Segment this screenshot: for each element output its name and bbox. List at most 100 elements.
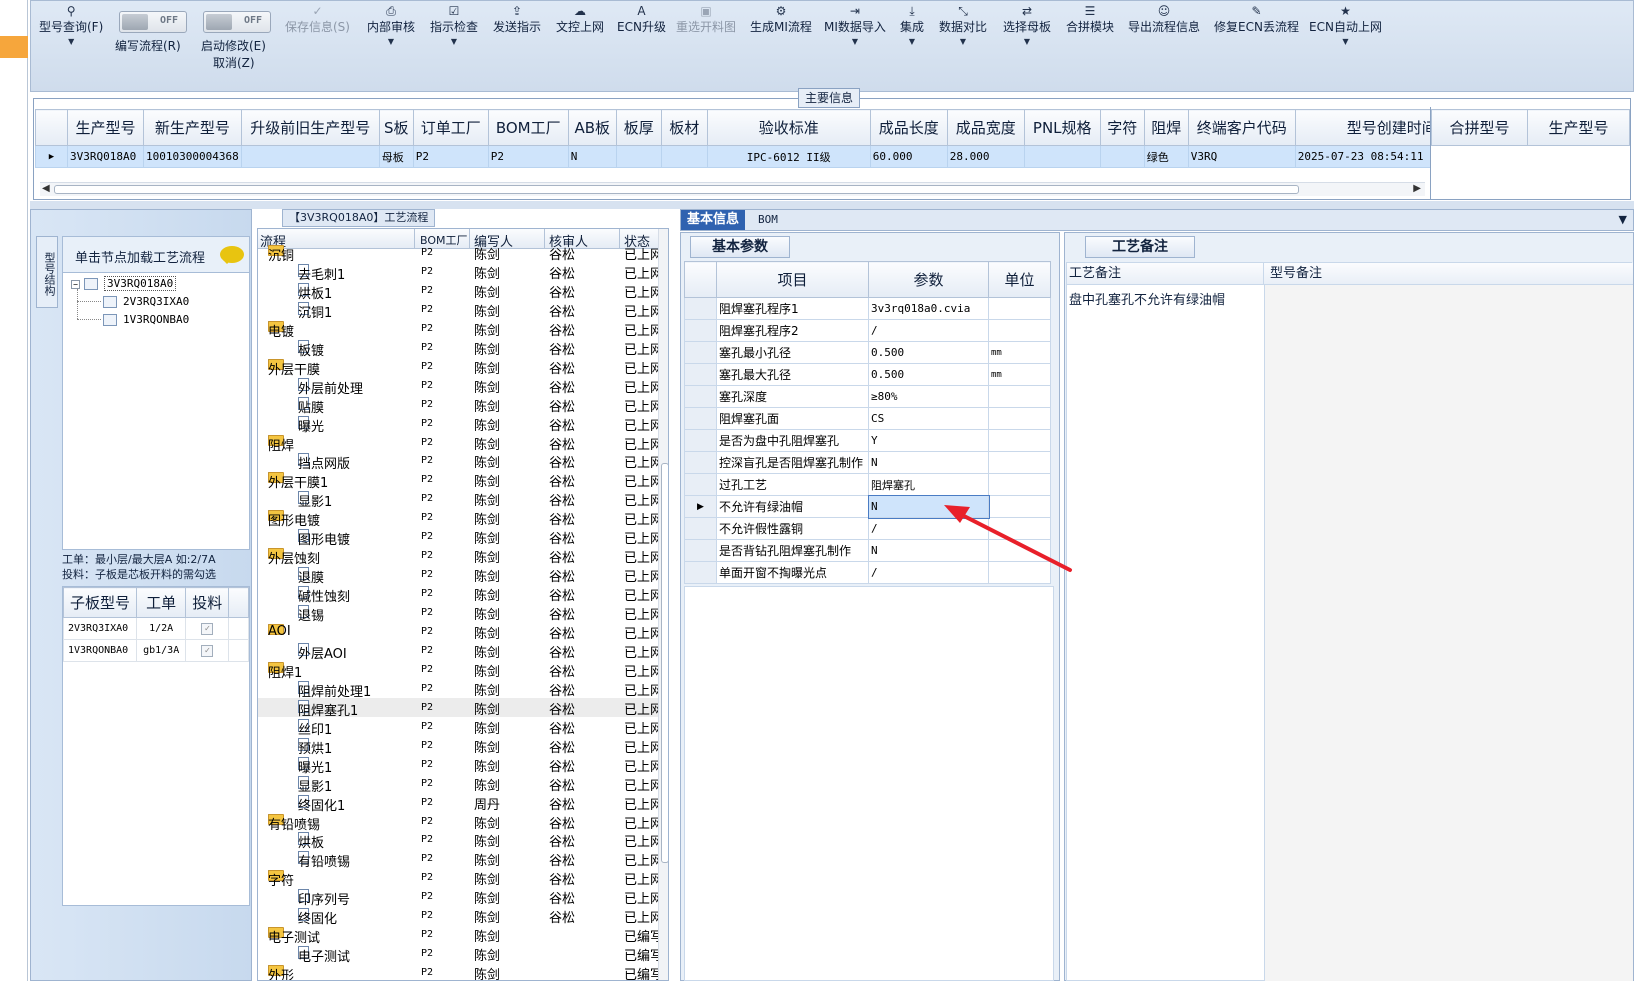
chevron-down-icon[interactable]: ▼ <box>1619 213 1627 226</box>
data-compare-button[interactable]: ⤡ 数据对比 ▼ <box>939 3 987 49</box>
row-header[interactable] <box>684 407 717 430</box>
tree-node-root[interactable]: −3V3RQ018A0 <box>71 276 177 291</box>
flow-row[interactable]: −外层干膜P2陈剑谷松已上网 <box>258 357 658 378</box>
export-flow-info-button[interactable]: ☺ 导出流程信息 <box>1128 3 1200 35</box>
param-value[interactable]: 0.500 <box>868 363 989 386</box>
row-header[interactable] <box>684 517 717 540</box>
col-header[interactable]: 升级前旧生产型号 <box>240 109 380 146</box>
feed-checkbox[interactable]: ✓ <box>201 644 214 657</box>
mi-data-import-button[interactable]: ⇥ MI数据导入 ▼ <box>824 3 886 49</box>
row-header[interactable] <box>684 539 717 562</box>
start-edit-label[interactable]: 启动修改(E) <box>201 37 266 54</box>
process-note-text[interactable]: 盘中孔塞孔不允许有绿油帽 <box>1069 289 1225 308</box>
internal-review-button[interactable]: ⎙ 内部审核 ▼ <box>367 3 415 49</box>
cell[interactable]: 28.000 <box>946 145 1025 168</box>
tab-process-notes[interactable]: 工艺备注 <box>1085 236 1195 258</box>
flow-row[interactable]: 终固化P2陈剑谷松已上网 <box>258 906 658 927</box>
param-value[interactable]: 0.500 <box>868 341 989 364</box>
ecn-auto-online-button[interactable]: ★ ECN自动上网 ▼ <box>1309 3 1382 49</box>
cell[interactable]: 1V3RQONBA0 <box>62 639 138 662</box>
flow-row[interactable]: −图形电镀P2陈剑谷松已上网 <box>258 508 658 529</box>
col-header[interactable]: 项目 <box>716 261 869 298</box>
reselect-cutting-chart-button[interactable]: ▣ 重选开料图 <box>676 3 736 35</box>
scroll-thumb[interactable] <box>661 463 668 863</box>
col-header[interactable]: 单位 <box>988 261 1051 298</box>
flow-row[interactable]: 挡点网版P2陈剑谷松已上网 <box>258 451 658 472</box>
tab-basic-info[interactable]: 基本信息 <box>681 210 746 230</box>
table-row[interactable]: 2V3RQ3IXA0 1/2A ✓ <box>62 617 249 640</box>
cell[interactable]: 10010300004368 <box>143 145 242 168</box>
flow-row[interactable]: −外层蚀刻P2陈剑谷松已上网 <box>258 546 658 567</box>
param-value[interactable]: / <box>868 319 989 342</box>
col-header[interactable]: 参数 <box>868 261 989 298</box>
col-header[interactable]: BOM工厂 <box>487 109 569 146</box>
param-row[interactable]: 控深盲孔是否阻焊塞孔制作 N <box>684 451 1051 474</box>
splitter[interactable] <box>30 201 1634 209</box>
flow-row[interactable]: 曝光1P2陈剑谷松已上网 <box>258 755 658 776</box>
process-vscrollbar[interactable] <box>658 229 668 980</box>
integrate-button[interactable]: ⤓ 集成 ▼ <box>900 3 924 49</box>
row-header[interactable] <box>684 385 717 408</box>
scroll-thumb[interactable] <box>54 185 1299 194</box>
flow-row[interactable]: 曝光P2陈剑谷松已上网 <box>258 414 658 435</box>
param-value[interactable]: Y <box>868 429 989 452</box>
cell[interactable] <box>1023 145 1101 168</box>
col-header[interactable]: 验收标准 <box>706 109 871 146</box>
col-header[interactable]: 投料 <box>185 587 230 618</box>
select-motherboard-button[interactable]: ⇄ 选择母板 ▼ <box>1003 3 1051 49</box>
flow-row[interactable]: 电子测试P2陈剑已编写 <box>258 944 658 965</box>
col-header[interactable]: AB板 <box>567 109 617 146</box>
scroll-right-icon[interactable]: ▶ <box>1413 183 1421 194</box>
feed-checkbox[interactable]: ✓ <box>201 622 214 635</box>
param-value[interactable]: CS <box>868 407 989 430</box>
flow-row[interactable]: 贴膜P2陈剑谷松已上网 <box>258 395 658 416</box>
ecn-upgrade-button[interactable]: A ECN升级 <box>617 3 666 35</box>
flow-row[interactable]: −阻焊P2陈剑谷松已上网 <box>258 433 658 454</box>
generate-mi-flow-button[interactable]: ⚙ 生成MI流程 <box>750 3 812 35</box>
cell[interactable]: 2V3RQ3IXA0 <box>62 617 138 640</box>
flow-row[interactable]: −沉铜P2陈剑谷松已上网 <box>258 243 658 264</box>
col-header[interactable]: 工单 <box>136 587 187 618</box>
cell[interactable]: 1/2A <box>136 617 187 640</box>
edit-flow-toggle[interactable]: OFF <box>119 11 187 33</box>
flow-row[interactable]: 丝印1P2陈剑谷松已上网 <box>258 717 658 738</box>
merge-module-button[interactable]: ☰ 合拼模块 <box>1066 3 1114 35</box>
flow-row[interactable]: 外层AOIP2陈剑谷松已上网 <box>258 641 658 662</box>
flow-row[interactable]: 显影1P2陈剑谷松已上网 <box>258 489 658 510</box>
collapse-icon[interactable]: − <box>71 279 80 289</box>
col-header[interactable]: 阻焊 <box>1143 109 1189 146</box>
save-info-button[interactable]: ✓ 保存信息(S) <box>285 3 350 35</box>
flow-row[interactable]: 烘板P2陈剑谷松已上网 <box>258 830 658 851</box>
scroll-left-icon[interactable]: ◀ <box>42 183 50 194</box>
instruction-check-button[interactable]: ☑ 指示检查 ▼ <box>430 3 478 49</box>
cell[interactable]: 60.000 <box>869 145 948 168</box>
cell[interactable] <box>1099 145 1145 168</box>
row-header[interactable] <box>684 341 717 364</box>
doc-control-online-button[interactable]: ☁ 文控上网 <box>556 3 604 35</box>
flow-row[interactable]: −AOIP2陈剑谷松已上网 <box>258 622 658 642</box>
param-row[interactable]: 阻焊塞孔程序2/ <box>684 319 1051 342</box>
cell[interactable] <box>240 145 380 168</box>
flow-row[interactable]: 阻焊前处理1P2陈剑谷松已上网 <box>258 679 658 700</box>
flow-row[interactable]: −外形P2陈剑已编写 <box>258 963 658 980</box>
model-query-button[interactable]: ⚲ 型号查询(F) ▼ <box>39 3 103 49</box>
param-value[interactable]: ≥80% <box>868 385 989 408</box>
flow-row[interactable]: 有铅喷锡P2陈剑谷松已上网 <box>258 849 658 870</box>
row-header[interactable] <box>684 429 717 452</box>
param-row[interactable]: 不允许假性露铜 / <box>684 517 1051 540</box>
col-header[interactable]: 新生产型号 <box>143 109 242 146</box>
cell[interactable]: P2 <box>487 145 569 168</box>
flow-row[interactable]: −电子测试P2陈剑已编写 <box>258 925 658 946</box>
flow-row[interactable]: 退膜P2陈剑谷松已上网 <box>258 565 658 586</box>
table-row[interactable]: ▶ 3V3RQ018A0 10010300004368 母板 P2 P2 N I… <box>35 145 1446 168</box>
param-row[interactable]: 阻焊塞孔面 CS <box>684 407 1051 430</box>
flow-row[interactable]: 印序列号P2陈剑谷松已上网 <box>258 887 658 908</box>
row-header[interactable] <box>684 473 717 496</box>
param-value[interactable]: N <box>868 451 989 474</box>
param-row[interactable]: 塞孔深度 ≥80% <box>684 385 1051 408</box>
row-header[interactable]: ▶ <box>684 495 717 518</box>
flow-row[interactable]: 烘板1P2陈剑谷松已上网 <box>258 281 658 302</box>
tree-node[interactable]: 1V3RQONBA0 <box>103 313 189 326</box>
merge-col-header[interactable]: 合拼型号 <box>1430 109 1529 146</box>
flow-row[interactable]: 图形电镀P2陈剑谷松已上网 <box>258 527 658 548</box>
